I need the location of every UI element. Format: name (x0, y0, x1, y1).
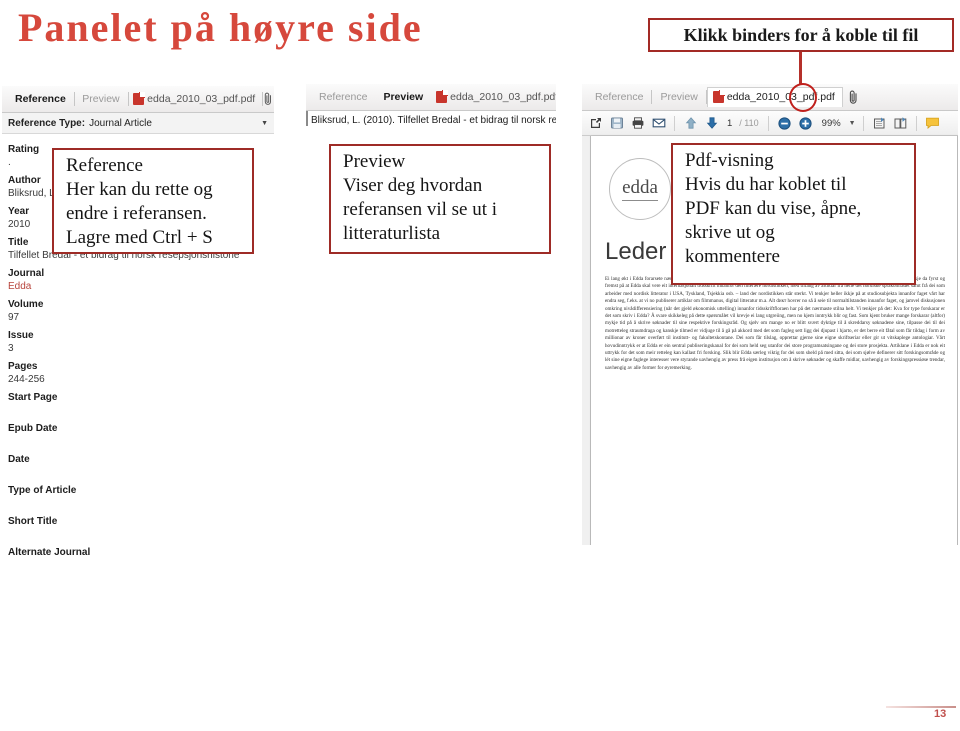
field-value-journal[interactable]: Edda (8, 280, 268, 293)
callout-text: Klikk binders for å koble til fil (683, 24, 919, 45)
pdf-document-heading: Leder (605, 238, 667, 265)
annotation-reference-line-2: Her kan du rette og (66, 179, 213, 200)
field-label-start-page: Start Page (8, 392, 58, 403)
pdf-file-icon (133, 91, 146, 105)
paperclip-icon[interactable] (843, 90, 865, 105)
reference-panel-tabbar: Reference Preview edda_2010_03_pdf.pdf (2, 86, 274, 113)
field-value-pages[interactable]: 244-256 (8, 373, 268, 386)
field-label-issue: Issue (8, 330, 34, 341)
field-label-type-of-article: Type of Article (8, 485, 77, 496)
reference-type-label: Reference Type: (8, 117, 86, 129)
save-icon[interactable] (608, 115, 625, 132)
email-icon[interactable] (650, 115, 667, 132)
paperclip-glyph (849, 90, 857, 104)
paperclip-icon[interactable] (263, 92, 274, 106)
field-label-short-title: Short Title (8, 516, 58, 527)
field-value-short-title[interactable] (8, 528, 268, 541)
field-label-journal: Journal (8, 268, 45, 279)
toolbar-divider (674, 115, 675, 131)
pdf-toolbar: 1 / 110 99% ▼ (582, 111, 958, 136)
field-label-date: Date (8, 454, 30, 465)
field-value-date[interactable] (8, 466, 268, 479)
field-value-start-page[interactable] (8, 404, 268, 417)
annotation-preview-line-1: Preview (343, 151, 406, 172)
pdf-page-total: / 110 (739, 118, 759, 128)
annotation-pdf-line-1: Pdf-visning (685, 150, 774, 171)
tab-attached-file-label: edda_2010_03_pdf.pdf (726, 91, 835, 103)
chevron-down-icon[interactable]: ▼ (849, 120, 856, 127)
zoom-in-icon[interactable] (797, 115, 814, 132)
pdf-document-body: Ei lang økt i Edda forarsete nærmar seg … (605, 276, 945, 371)
field-value-volume[interactable]: 97 (8, 311, 268, 324)
sticky-note-icon[interactable] (924, 115, 941, 132)
slide-page-number: 13 (934, 708, 947, 720)
annotation-pdf-line-3: PDF kan du vise, åpne, (685, 198, 862, 219)
tab-reference[interactable]: Reference (311, 88, 375, 107)
tab-preview[interactable]: Preview (74, 90, 127, 109)
field-label-pages: Pages (8, 361, 38, 372)
print-icon[interactable] (629, 115, 646, 132)
slide-root: Panelet på høyre side Klikk binders for … (0, 0, 960, 731)
reference-type-value: Journal Article (89, 117, 152, 129)
page-title: Panelet på høyre side (18, 5, 423, 50)
field-value-type-of-article[interactable] (8, 497, 268, 510)
toolbar-divider (862, 115, 864, 131)
field-value-issue[interactable]: 3 (8, 342, 268, 355)
chevron-down-icon[interactable]: ▼ (261, 120, 268, 127)
pdf-page-current[interactable]: 1 (724, 118, 735, 129)
tab-preview[interactable]: Preview (652, 88, 705, 107)
field-value-epub-date[interactable] (8, 435, 268, 448)
field-label-alternate-journal: Alternate Journal (8, 547, 91, 558)
annotation-pdf-line-5: kommentere (685, 246, 780, 267)
preview-citation-text: Bliksrud, L. (2010). Tilfellet Bredal - … (306, 111, 556, 126)
reference-type-dropdown[interactable]: Reference Type: Journal Article ▼ (2, 113, 274, 134)
page-layout-icon[interactable] (871, 115, 888, 132)
tab-attached-file[interactable]: edda_2010_03_pdf.pdf (431, 88, 556, 107)
tab-reference[interactable]: Reference (587, 88, 651, 107)
annotation-reference: Reference Her kan du rette og endre i re… (52, 148, 254, 254)
tab-attached-file-label: edda_2010_03_pdf.pdf (450, 90, 556, 103)
annotation-preview-line-4: litteraturlista (343, 223, 441, 244)
annotation-pdf: Pdf-visning Hvis du har koblet til PDF k… (671, 143, 916, 285)
pdf-file-icon (712, 90, 725, 103)
zoom-out-icon[interactable] (776, 115, 793, 132)
pdf-zoom-value[interactable]: 99% (818, 118, 845, 129)
toolbar-divider (767, 115, 769, 131)
field-label-epub-date: Epub Date (8, 423, 58, 434)
annotation-reference-line-1: Reference (66, 155, 143, 176)
tab-attached-file[interactable]: edda_2010_03_pdf.pdf (128, 90, 262, 109)
paperclip-glyph (264, 92, 271, 105)
annotation-pdf-line-2: Hvis du har koblet til (685, 174, 847, 195)
annotation-preview-line-2: Viser deg hvordan (343, 175, 483, 196)
edda-logo: edda (609, 158, 671, 220)
callout-klikk-binders: Klikk binders for å koble til fil (648, 18, 954, 52)
annotation-reference-line-4: Lagre med Ctrl + S (66, 227, 213, 248)
annotation-preview: Preview Viser deg hvordan referansen vil… (329, 144, 551, 254)
arrow-down-icon[interactable] (703, 115, 720, 132)
callout-connector-line (799, 52, 802, 84)
tab-attached-file-label: edda_2010_03_pdf.pdf (147, 92, 256, 105)
pdf-panel-tabbar: Reference Preview edda_2010_03_pdf.pdf (582, 84, 958, 111)
field-label-volume: Volume (8, 299, 44, 310)
tab-attached-file[interactable]: edda_2010_03_pdf.pdf (706, 87, 843, 107)
edda-logo-text: edda (622, 177, 658, 201)
open-external-icon[interactable] (587, 115, 604, 132)
pdf-file-icon (436, 89, 449, 103)
field-value-alternate-journal[interactable] (8, 559, 268, 572)
annotation-preview-line-3: referansen vil se ut i (343, 199, 498, 220)
annotation-pdf-line-4: skrive ut og (685, 222, 775, 243)
tab-reference[interactable]: Reference (7, 90, 74, 109)
annotation-reference-line-3: endre i referansen. (66, 203, 207, 224)
preview-panel-tabbar: Reference Preview edda_2010_03_pdf.pdf (306, 84, 556, 111)
tab-preview[interactable]: Preview (375, 88, 431, 107)
page-layout-continuous-icon[interactable] (892, 115, 909, 132)
arrow-up-icon[interactable] (682, 115, 699, 132)
toolbar-divider (915, 115, 917, 131)
